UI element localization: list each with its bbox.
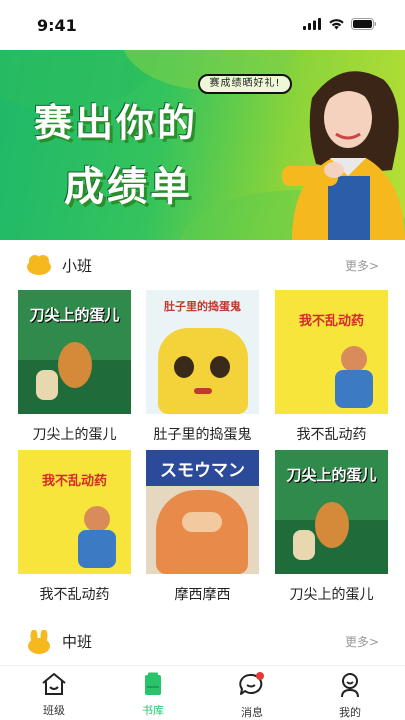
signal-icon — [303, 18, 321, 30]
book-title: 刀尖上的蛋儿 — [32, 427, 117, 443]
cover-title: スモウマン — [160, 461, 245, 481]
book-cover[interactable]: 刀尖上的蛋儿 — [18, 290, 131, 414]
book-card[interactable]: 我不乱动药 我不乱动药 — [18, 450, 131, 604]
more-link[interactable]: 更多> — [345, 633, 379, 650]
chat-bubble-icon — [239, 672, 264, 695]
tab-xiaoxi[interactable]: 消息 — [222, 672, 282, 720]
house-icon — [42, 673, 66, 695]
book-stack-icon — [145, 672, 161, 695]
banner-headline-line2: 成绩单 — [64, 164, 193, 210]
book-card[interactable]: 刀尖上的蛋儿 刀尖上的蛋儿 — [275, 450, 388, 604]
cover-title: 刀尖上的蛋儿 — [29, 306, 120, 324]
person-icon — [341, 673, 359, 698]
section-header-xiaoban: 小班 更多> — [0, 240, 405, 290]
book-card[interactable]: 肚子里的捣蛋鬼 肚子里的捣蛋鬼 — [146, 290, 259, 444]
book-cover[interactable]: スモウマン — [146, 450, 259, 574]
tab-wode[interactable]: 我的 — [320, 672, 380, 720]
book-title: 我不乱动药 — [39, 587, 110, 603]
tab-label: 书库 — [142, 704, 164, 717]
duck-icon — [27, 255, 51, 275]
book-card[interactable]: 刀尖上的蛋儿 刀尖上的蛋儿 — [18, 290, 131, 444]
wifi-icon — [329, 19, 344, 30]
rabbit-icon — [28, 630, 50, 654]
tab-label: 班级 — [43, 704, 65, 717]
section-title: 中班 — [62, 633, 93, 651]
status-bar: 9:41 — [0, 0, 405, 50]
bottom-tab-bar: 班级 书库 消息 我的 — [0, 665, 405, 720]
tab-banji[interactable]: 班级 — [24, 672, 84, 718]
tab-label: 消息 — [241, 706, 263, 719]
book-cover[interactable]: 刀尖上的蛋儿 — [275, 450, 388, 574]
cover-title: 肚子里的捣蛋鬼 — [164, 300, 241, 313]
book-title: 刀尖上的蛋儿 — [289, 587, 374, 603]
book-title: 肚子里的捣蛋鬼 — [153, 427, 252, 443]
book-cover[interactable]: 肚子里的捣蛋鬼 — [146, 290, 259, 414]
status-time: 9:41 — [37, 16, 77, 35]
battery-icon — [351, 18, 376, 30]
book-title: 摩西摩西 — [174, 587, 231, 603]
tab-shuku[interactable]: 书库 — [123, 672, 183, 718]
more-link[interactable]: 更多> — [345, 257, 379, 274]
book-card[interactable]: スモウマン 摩西摩西 — [146, 450, 259, 604]
book-title: 我不乱动药 — [296, 427, 367, 443]
cover-title: 刀尖上的蛋儿 — [286, 466, 377, 484]
cover-title: 我不乱动药 — [298, 314, 364, 329]
section-header-zhongban: 中班 更多> — [0, 616, 405, 666]
book-card[interactable]: 我不乱动药 我不乱动药 — [275, 290, 388, 444]
promo-banner[interactable]: 赛成绩晒好礼! 赛出你的 成绩单 — [0, 50, 405, 240]
banner-girl-illustration — [282, 71, 405, 240]
section-title: 小班 — [62, 257, 93, 275]
status-icons — [303, 18, 377, 30]
banner-pill: 赛成绩晒好礼! — [198, 74, 292, 94]
cover-title: 我不乱动药 — [41, 474, 107, 489]
tab-label: 我的 — [339, 706, 361, 719]
book-cover[interactable]: 我不乱动药 — [18, 450, 131, 574]
banner-headline-line1: 赛出你的 — [34, 101, 199, 145]
book-cover[interactable]: 我不乱动药 — [275, 290, 388, 414]
